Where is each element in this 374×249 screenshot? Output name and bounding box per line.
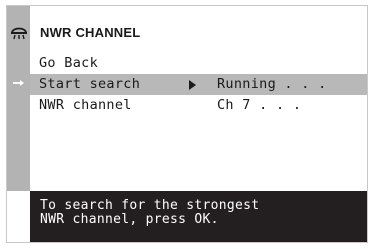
sidebar [7, 6, 30, 191]
osd-menu-screen: NWR CHANNEL Go Back Start search Running… [6, 5, 368, 243]
menu-item-go-back[interactable]: Go Back [30, 53, 367, 74]
menu-item-nwr-channel[interactable]: NWR channel Ch 7 . . . [30, 95, 367, 116]
help-text: To search for the strongest NWR channel, … [40, 199, 259, 227]
menu-list: Go Back Start search Running . . . NWR c… [30, 53, 367, 116]
menu-item-value: Running . . . [217, 76, 327, 92]
help-line-1: To search for the strongest [40, 198, 260, 213]
help-line-2: NWR channel, press OK. [40, 212, 219, 227]
selection-pointer-icon [189, 80, 196, 90]
page-title: NWR CHANNEL [40, 25, 141, 40]
menu-item-start-search[interactable]: Start search Running . . . [30, 74, 367, 95]
menu-item-label: Go Back [39, 55, 98, 71]
menu-item-label: NWR channel [39, 97, 132, 113]
help-panel: To search for the strongest NWR channel, … [30, 191, 367, 242]
right-arrow-icon [10, 78, 28, 88]
weather-radio-icon [8, 23, 30, 41]
menu-item-label: Start search [39, 76, 141, 92]
menu-item-value: Ch 7 . . . [217, 97, 302, 113]
